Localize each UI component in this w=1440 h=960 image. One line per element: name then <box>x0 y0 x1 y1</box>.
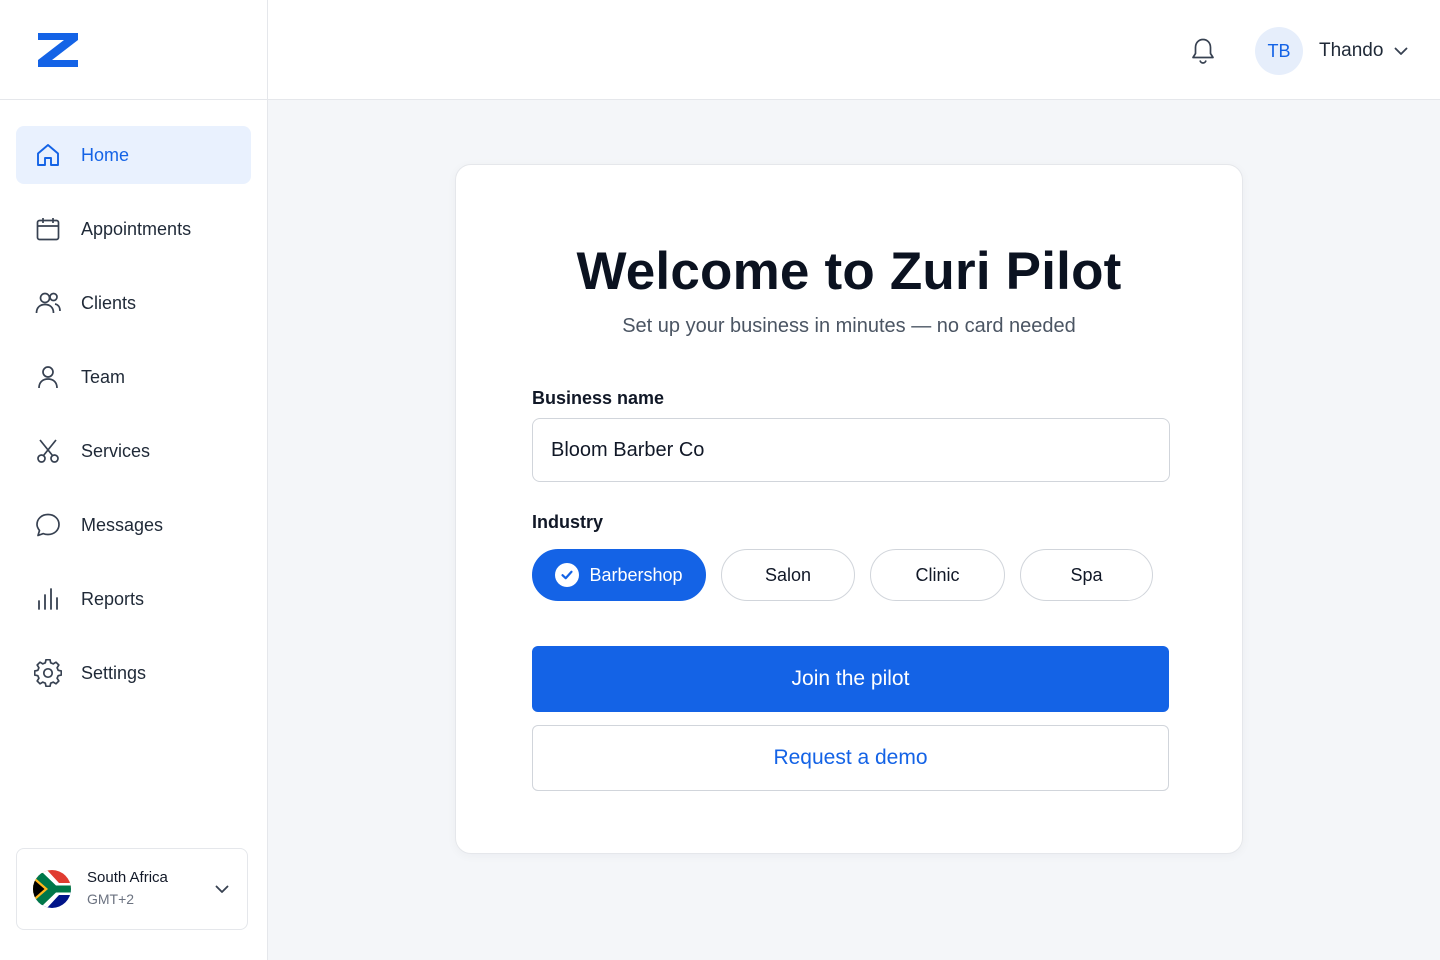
sidebar-item-settings[interactable]: Settings <box>16 644 251 702</box>
sidebar-item-appointments[interactable]: Appointments <box>16 200 251 258</box>
region-text: South Africa GMT+2 <box>87 868 213 910</box>
user-name[interactable]: Thando <box>1319 40 1383 62</box>
industry-label: Industry <box>532 512 604 532</box>
industry-chip-label: Salon <box>764 564 812 585</box>
industry-chip-spa[interactable]: Spa <box>1020 549 1153 601</box>
bell-icon[interactable] <box>1188 36 1218 66</box>
avatar[interactable]: TB <box>1255 27 1303 75</box>
checkmark-icon <box>555 563 580 587</box>
sidebar-item-services[interactable]: Services <box>16 422 251 480</box>
top-bar: TB Thando <box>268 0 1440 100</box>
sidebar-item-label: Messages <box>81 514 164 535</box>
industry-options: Barbershop Salon Clinic Spa <box>532 549 1168 601</box>
sidebar-item-label: Clients <box>81 292 137 313</box>
industry-chip-barbershop[interactable]: Barbershop <box>532 549 706 601</box>
onboarding-card: Welcome to Zuri Pilot Set up your busine… <box>455 164 1243 854</box>
page-title: Welcome to Zuri Pilot <box>576 242 1122 301</box>
region-timezone: GMT+2 <box>87 891 135 907</box>
business-name-label: Business name <box>532 388 665 408</box>
chevron-down-icon <box>215 885 229 893</box>
sidebar: Home Appointments Clients Team Services <box>0 0 268 960</box>
user-icon <box>34 363 62 391</box>
business-name-input[interactable] <box>532 418 1170 482</box>
request-demo-button[interactable]: Request a demo <box>532 725 1169 791</box>
sidebar-item-label: Home <box>81 144 130 165</box>
industry-chip-label: Barbershop <box>589 564 683 585</box>
sidebar-nav: Home Appointments Clients Team Services <box>0 100 267 702</box>
sidebar-item-label: Services <box>81 440 151 461</box>
sidebar-item-home[interactable]: Home <box>16 126 251 184</box>
sidebar-item-team[interactable]: Team <box>16 348 251 406</box>
sidebar-item-messages[interactable]: Messages <box>16 496 251 554</box>
bar-chart-icon <box>34 585 62 613</box>
sidebar-item-reports[interactable]: Reports <box>16 570 251 628</box>
gear-icon <box>34 659 62 687</box>
page-subtitle: Set up your business in minutes — no car… <box>622 315 1076 337</box>
industry-chip-label: Clinic <box>915 564 960 585</box>
scissors-icon <box>34 437 62 465</box>
sidebar-item-label: Appointments <box>81 218 192 239</box>
industry-chip-clinic[interactable]: Clinic <box>870 549 1005 601</box>
sidebar-item-label: Reports <box>81 588 145 609</box>
region-country: South Africa <box>87 869 168 886</box>
region-selector[interactable]: South Africa GMT+2 <box>16 848 248 930</box>
message-icon <box>34 511 62 539</box>
home-icon <box>34 141 62 169</box>
south-africa-flag-icon <box>33 870 71 908</box>
calendar-icon <box>34 215 62 243</box>
industry-chip-label: Spa <box>1070 564 1103 585</box>
sidebar-item-label: Team <box>81 366 126 387</box>
sidebar-item-label: Settings <box>81 662 147 683</box>
logo[interactable] <box>0 0 267 100</box>
zuri-logo-icon <box>38 32 78 67</box>
users-icon <box>34 289 62 317</box>
sidebar-item-clients[interactable]: Clients <box>16 274 251 332</box>
join-pilot-button[interactable]: Join the pilot <box>532 646 1169 712</box>
industry-chip-salon[interactable]: Salon <box>721 549 855 601</box>
chevron-down-icon[interactable] <box>1392 42 1410 60</box>
